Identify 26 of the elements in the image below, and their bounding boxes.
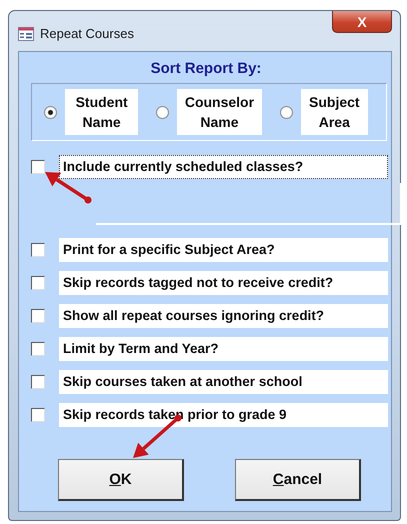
window-title: Repeat Courses [40, 26, 134, 41]
annotation-arrow [45, 172, 92, 204]
radio-label: Subject Area [300, 89, 368, 135]
form-icon [18, 27, 34, 41]
radio-button[interactable] [280, 106, 293, 118]
checkbox[interactable] [31, 408, 45, 422]
checkbox[interactable] [31, 309, 45, 323]
radio-button[interactable] [156, 106, 170, 118]
cancel-button[interactable]: Cancel [235, 459, 361, 501]
checkbox-label: Print for a specific Subject Area? [59, 238, 388, 262]
radio-label: Student Name [65, 89, 138, 135]
close-button[interactable]: X [332, 11, 392, 33]
section-title: Sort Report By: [150, 60, 262, 77]
checkbox[interactable] [31, 243, 45, 257]
checkbox-label: Include currently scheduled classes? [59, 155, 388, 179]
radio-label: Counselor Name [177, 89, 262, 135]
checkbox[interactable] [31, 160, 45, 174]
radio-button[interactable] [44, 106, 57, 118]
checkbox-label: Limit by Term and Year? [59, 337, 388, 361]
checkbox[interactable] [31, 342, 45, 356]
checkbox-label: Show all repeat courses ignoring credit? [59, 304, 388, 328]
checkbox-label: Skip courses taken at another school [59, 370, 388, 394]
checkbox[interactable] [31, 276, 45, 290]
ok-button[interactable]: OK [58, 459, 184, 501]
checkbox-label: Skip records tagged not to receive credit? [59, 271, 388, 295]
checkbox[interactable] [31, 375, 45, 389]
